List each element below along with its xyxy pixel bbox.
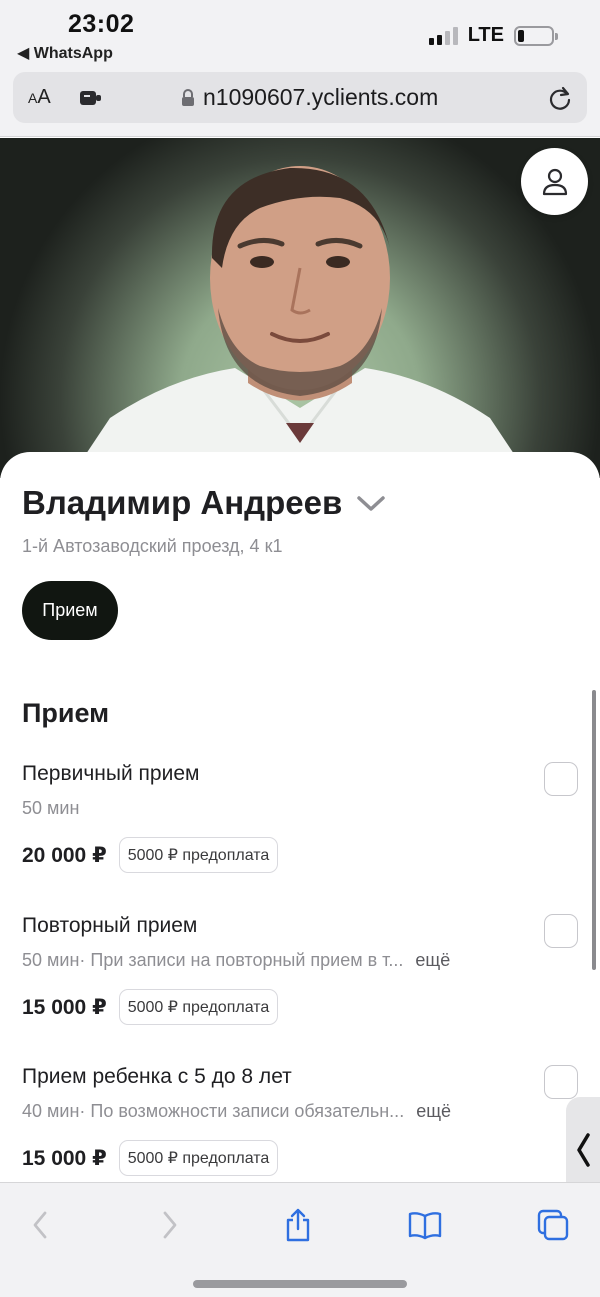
service-description: · По возможности записи обязательн...	[79, 1101, 405, 1121]
service-meta: 40 мин · По возможности записи обязатель…	[22, 1101, 582, 1122]
bookmarks-button[interactable]	[403, 1203, 447, 1247]
profile-name: Владимир Андреев	[22, 484, 343, 521]
prepay-badge: 5000 ₽ предоплата	[118, 989, 279, 1025]
home-indicator[interactable]	[193, 1280, 407, 1288]
person-icon	[542, 168, 567, 195]
chevron-down-icon[interactable]	[356, 494, 386, 512]
tabs-icon	[537, 1209, 569, 1241]
service-meta: 50 мин	[22, 798, 582, 819]
profile-photo	[0, 138, 600, 478]
browser-chrome: 23:02 ◀ WhatsApp LTE AA n1090607.yclient…	[0, 0, 600, 137]
profile-name-row[interactable]: Владимир Андреев	[22, 484, 386, 522]
signal-icon	[428, 26, 458, 45]
service-checkbox[interactable]	[544, 762, 578, 796]
service-title: Повторный прием	[22, 914, 198, 937]
prepay-badge: 5000 ₽ предоплата	[118, 1140, 279, 1176]
service-price: 20 000 ₽	[22, 843, 107, 867]
account-button[interactable]	[521, 148, 588, 215]
content-card: Владимир Андреев 1-й Автозаводский проез…	[0, 452, 600, 1182]
status-time: 23:02	[68, 10, 135, 38]
service-checkbox[interactable]	[544, 1065, 578, 1099]
service-price-row: 15 000 ₽ 5000 ₽ предоплата	[22, 1140, 582, 1176]
share-button[interactable]	[276, 1203, 320, 1247]
url-text: n1090607.yclients.com	[203, 84, 439, 110]
url-display[interactable]: n1090607.yclients.com	[181, 84, 438, 111]
lock-icon	[182, 88, 194, 106]
service-title: Первичный прием	[22, 762, 200, 785]
service-checkbox[interactable]	[544, 914, 578, 948]
service-price: 15 000 ₽	[22, 1146, 107, 1170]
browser-toolbar	[0, 1182, 600, 1297]
book-icon	[408, 1212, 442, 1240]
back-to-app-link[interactable]: ◀ WhatsApp	[17, 43, 113, 63]
more-link[interactable]: ещё	[416, 1101, 451, 1122]
service-title: Прием ребенка с 5 до 8 лет	[22, 1065, 292, 1088]
chevron-right-icon	[163, 1211, 177, 1239]
chevron-left-icon	[33, 1211, 47, 1239]
profile-address: 1-й Автозаводский проезд, 4 к1	[22, 536, 283, 556]
service-price-row: 20 000 ₽ 5000 ₽ предоплата	[22, 837, 582, 873]
more-link[interactable]: ещё	[415, 950, 450, 971]
service-description: · При записи на повторный прием в т...	[79, 950, 404, 970]
service-price: 15 000 ₽	[22, 995, 107, 1019]
status-indicators: LTE	[428, 24, 558, 47]
chevron-left-icon	[577, 1132, 590, 1167]
reload-icon[interactable]	[548, 85, 572, 111]
address-bar[interactable]: AA n1090607.yclients.com	[13, 72, 587, 123]
category-pill[interactable]: Прием	[22, 581, 118, 640]
doctor-photo-illustration	[70, 166, 530, 478]
network-type: LTE	[467, 24, 504, 46]
back-button[interactable]	[18, 1203, 62, 1247]
prepay-badge: 5000 ₽ предоплата	[118, 837, 279, 873]
service-item[interactable]: Первичный прием 50 мин 20 000 ₽ 5000 ₽ п…	[22, 762, 582, 873]
section-title: Прием	[22, 698, 110, 728]
service-item[interactable]: Повторный прием 50 мин · При записи на п…	[22, 914, 582, 1025]
scrollbar[interactable]	[592, 690, 596, 970]
service-meta: 50 мин · При записи на повторный прием в…	[22, 950, 582, 971]
tabs-button[interactable]	[531, 1203, 575, 1247]
service-duration: 50 мин	[22, 950, 80, 970]
text-size-button[interactable]: AA	[28, 86, 51, 109]
share-icon	[286, 1208, 310, 1242]
service-price-row: 15 000 ₽ 5000 ₽ предоплата	[22, 989, 582, 1025]
forward-button[interactable]	[148, 1203, 192, 1247]
battery-icon	[514, 25, 558, 46]
service-duration: 50 мин	[22, 798, 80, 818]
service-duration: 40 мин	[22, 1101, 80, 1121]
service-item[interactable]: Прием ребенка с 5 до 8 лет 40 мин · По в…	[22, 1065, 582, 1176]
extension-icon[interactable]	[79, 89, 103, 107]
